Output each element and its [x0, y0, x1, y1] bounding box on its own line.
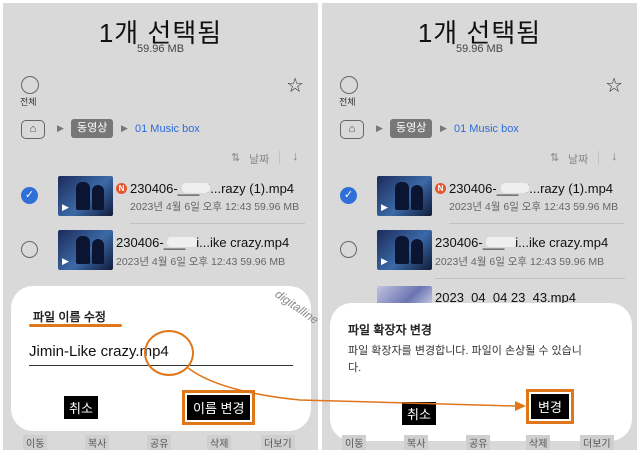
tab-copy[interactable]: 복사: [85, 435, 110, 450]
video-thumbnail[interactable]: ▶: [377, 176, 432, 216]
tab-move[interactable]: 이동: [23, 435, 48, 450]
change-button[interactable]: 변경: [531, 394, 569, 419]
tab-delete[interactable]: 삭제: [526, 435, 551, 450]
title-underline-highlight: [29, 324, 122, 327]
divider: [279, 151, 280, 164]
blurred-text: [167, 237, 197, 247]
check-icon: ✓: [24, 189, 35, 201]
blurred-text: [486, 237, 516, 247]
video-thumbnail[interactable]: ▶: [58, 230, 113, 270]
chevron-right-icon: ▶: [440, 123, 447, 133]
file-meta: 2023년 4월 6일 오후 12:43 59.96 MB: [130, 201, 300, 213]
confirm-highlight-frame: 이름 변경: [182, 390, 256, 425]
file-name[interactable]: 230406-___-J...razy (1).mp4: [449, 181, 613, 196]
sort-label[interactable]: 날짜: [568, 151, 588, 167]
thumbnail-figure: [76, 182, 90, 210]
arrow-down-icon[interactable]: ↓: [611, 148, 618, 163]
tab-more[interactable]: 더보기: [261, 435, 295, 450]
file-checkbox-checked[interactable]: ✓: [340, 187, 357, 204]
thumbnail-figure: [76, 236, 90, 264]
home-icon[interactable]: ⌂: [340, 120, 364, 139]
file-meta: 2023년 4월 6일 오후 12:43 59.96 MB: [116, 256, 286, 268]
file-checkbox[interactable]: [21, 241, 38, 258]
divider: [130, 223, 305, 224]
select-all-checkbox[interactable]: [21, 76, 39, 94]
play-icon: ▶: [381, 202, 388, 212]
tab-delete[interactable]: 삭제: [207, 435, 232, 450]
thumbnail-figure: [411, 239, 423, 264]
cancel-button[interactable]: 취소: [64, 396, 98, 419]
arrow-down-icon[interactable]: ↓: [292, 148, 299, 163]
tab-share[interactable]: 공유: [466, 435, 491, 450]
file-meta: 2023년 4월 6일 오후 12:43 59.96 MB: [449, 201, 619, 213]
divider: [449, 223, 624, 224]
left-screen: 1개 선택됨 59.96 MB 전체 ☆ ⌂ ▶ 동영상 ▶ 01 Music …: [3, 3, 318, 450]
rename-dialog: 파일 이름 수정 Jimin-Like crazy.mp4 취소 이름 변경: [11, 286, 311, 431]
chevron-right-icon: ▶: [121, 123, 128, 133]
thumbnail-figure: [411, 185, 423, 210]
divider: [598, 151, 599, 164]
file-name[interactable]: 230406-___-Ji...ike crazy.mp4: [435, 235, 608, 250]
new-badge-icon: N: [116, 183, 127, 194]
star-icon[interactable]: ☆: [605, 76, 623, 96]
selection-size: 59.96 MB: [455, 43, 504, 55]
check-icon: ✓: [343, 189, 354, 201]
select-all-checkbox[interactable]: [340, 76, 358, 94]
sort-icon[interactable]: ⇅: [231, 151, 240, 164]
sort-icon[interactable]: ⇅: [550, 151, 559, 164]
breadcrumb-current[interactable]: 01 Music box: [135, 123, 200, 135]
breadcrumb-folder[interactable]: 동영상: [71, 119, 114, 138]
file-checkbox-checked[interactable]: ✓: [21, 187, 38, 204]
tab-more[interactable]: 더보기: [580, 435, 614, 450]
rename-button[interactable]: 이름 변경: [187, 395, 251, 420]
star-icon[interactable]: ☆: [286, 76, 304, 96]
tab-copy[interactable]: 복사: [404, 435, 429, 450]
file-name[interactable]: 230406-___-J...razy (1).mp4: [130, 181, 294, 196]
divider: [435, 278, 625, 279]
new-badge-icon: N: [435, 183, 446, 194]
thumbnail-figure: [92, 239, 104, 264]
confirm-highlight-frame: 변경: [526, 389, 574, 424]
home-icon[interactable]: ⌂: [21, 120, 45, 139]
dialog-message: 파일 확장자를 변경합니다. 파일이 손상될 수 있습니다.: [348, 345, 582, 374]
thumbnail-figure: [395, 236, 409, 264]
tab-move[interactable]: 이동: [342, 435, 367, 450]
play-icon: ▶: [62, 202, 69, 212]
cancel-button[interactable]: 취소: [402, 402, 436, 425]
file-meta: 2023년 4월 6일 오후 12:43 59.96 MB: [435, 256, 605, 268]
selection-size: 59.96 MB: [136, 43, 185, 55]
right-screen: 1개 선택됨 59.96 MB 전체 ☆ ⌂ ▶ 동영상 ▶ 01 Music …: [322, 3, 637, 450]
thumbnail-figure: [92, 185, 104, 210]
sort-label[interactable]: 날짜: [249, 151, 269, 167]
extension-highlight-circle: [144, 330, 194, 376]
play-icon: ▶: [381, 256, 388, 266]
breadcrumb-current[interactable]: 01 Music box: [454, 123, 519, 135]
file-checkbox[interactable]: [340, 241, 357, 258]
blurred-text: [182, 183, 210, 193]
play-icon: ▶: [62, 256, 69, 266]
dialog-title: 파일 이름 수정: [33, 310, 106, 324]
video-thumbnail[interactable]: ▶: [377, 230, 432, 270]
select-all-label: 전체: [339, 97, 356, 107]
extension-change-dialog: 파일 확장자 변경 파일 확장자를 변경합니다. 파일이 손상될 수 있습니다.…: [330, 303, 632, 441]
file-name[interactable]: 230406-___-Ji...ike crazy.mp4: [116, 235, 289, 250]
breadcrumb-folder[interactable]: 동영상: [390, 119, 433, 138]
chevron-right-icon: ▶: [57, 123, 64, 133]
select-all-label: 전체: [20, 97, 37, 107]
blurred-text: [501, 183, 529, 193]
video-thumbnail[interactable]: ▶: [58, 176, 113, 216]
dialog-title: 파일 확장자 변경: [348, 323, 432, 337]
thumbnail-figure: [395, 182, 409, 210]
chevron-right-icon: ▶: [376, 123, 383, 133]
tab-share[interactable]: 공유: [147, 435, 172, 450]
